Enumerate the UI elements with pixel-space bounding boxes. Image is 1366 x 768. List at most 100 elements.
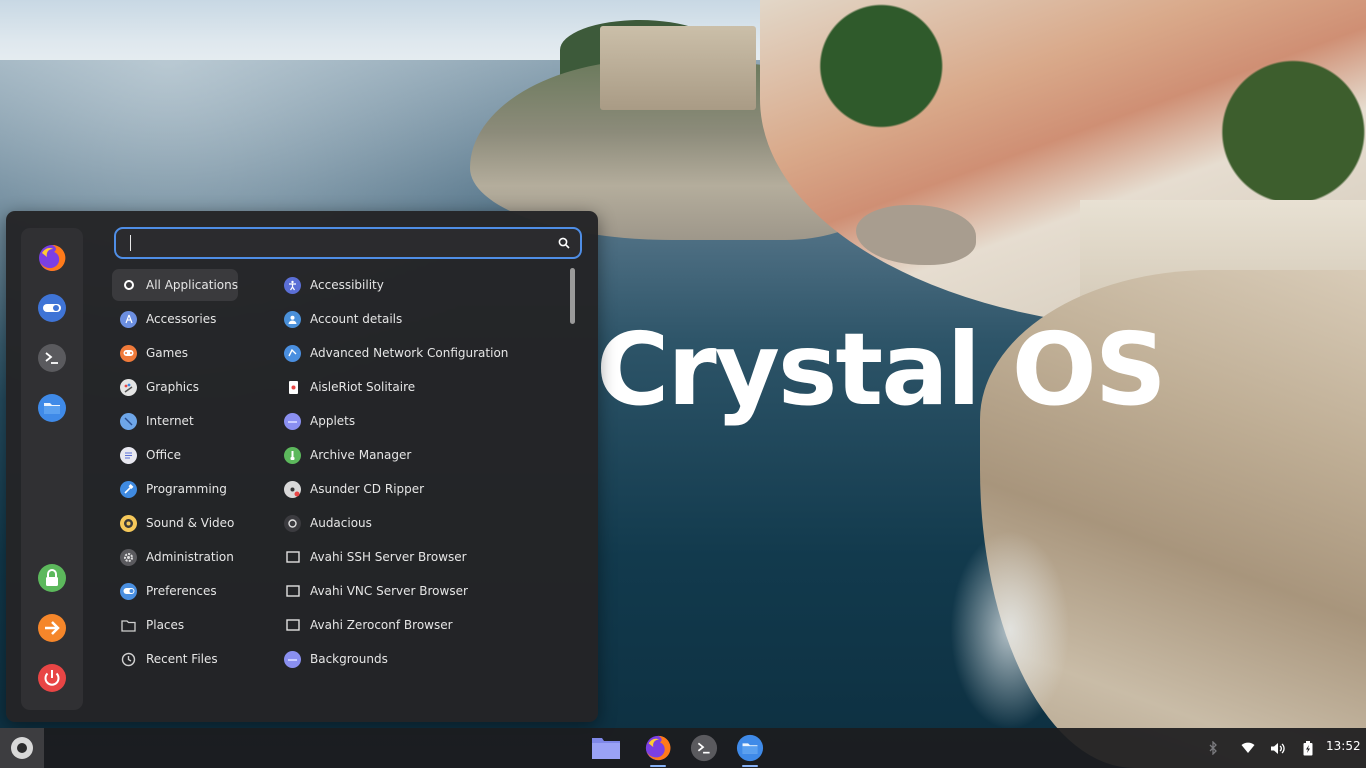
cards-icon <box>284 379 301 396</box>
app-avahi-vnc-server-browser[interactable]: Avahi VNC Server Browser <box>276 575 566 607</box>
volume-icon <box>1270 742 1285 754</box>
app-audacious[interactable]: Audacious <box>276 507 566 539</box>
tray-volume[interactable] <box>1267 738 1287 758</box>
shutdown-button[interactable] <box>36 662 68 694</box>
category-preferences[interactable]: Preferences <box>112 575 238 607</box>
app-label: Account details <box>310 312 403 326</box>
category-label: Office <box>146 448 182 462</box>
speaker-icon <box>120 514 137 532</box>
tray-battery[interactable] <box>1298 738 1318 758</box>
app-aisleriot-solitaire[interactable]: AisleRiot Solitaire <box>276 371 566 403</box>
app-label: Backgrounds <box>310 652 388 666</box>
category-label: All Applications <box>146 278 238 292</box>
palette-icon <box>120 378 137 396</box>
app-account-details[interactable]: Account details <box>276 303 566 335</box>
toggle-icon <box>120 582 137 600</box>
favorite-terminal[interactable] <box>36 342 68 374</box>
app-label: Audacious <box>310 516 372 530</box>
logout-arrow-icon <box>38 614 66 642</box>
audacious-icon <box>284 514 301 532</box>
category-label: Preferences <box>146 584 217 598</box>
category-recent-files[interactable]: Recent Files <box>112 643 238 675</box>
window-icon <box>284 617 301 634</box>
toggle-settings-icon <box>38 294 66 322</box>
category-places[interactable]: Places <box>112 609 238 641</box>
category-administration[interactable]: Administration <box>112 541 238 573</box>
archive-icon <box>284 446 301 464</box>
favorites-column <box>21 228 83 710</box>
gear-icon <box>120 548 137 566</box>
bluetooth-icon <box>1209 741 1217 755</box>
app-list-scrollbar[interactable] <box>570 268 575 324</box>
category-label: Internet <box>146 414 194 428</box>
favorite-settings[interactable] <box>36 292 68 324</box>
window-icon <box>284 583 301 600</box>
category-office[interactable]: Office <box>112 439 238 471</box>
category-graphics[interactable]: Graphics <box>112 371 238 403</box>
taskbar: 13:52 <box>0 728 1366 768</box>
lock-screen-button[interactable] <box>36 562 68 594</box>
category-programming[interactable]: Programming <box>112 473 238 505</box>
start-menu-button[interactable] <box>0 728 44 768</box>
clock[interactable]: 13:52 <box>1326 739 1361 753</box>
menu-logo-icon <box>11 737 33 759</box>
app-applets[interactable]: Applets <box>276 405 566 437</box>
app-asunder-cd-ripper[interactable]: Asunder CD Ripper <box>276 473 566 505</box>
folder-icon <box>736 734 764 762</box>
wifi-icon <box>1241 742 1255 753</box>
category-accessories[interactable]: Accessories <box>112 303 238 335</box>
network-icon <box>284 344 301 362</box>
applets-icon <box>284 412 301 430</box>
wallpaper-foam <box>950 530 1070 730</box>
category-internet[interactable]: Internet <box>112 405 238 437</box>
logout-button[interactable] <box>36 612 68 644</box>
category-label: Accessories <box>146 312 217 326</box>
app-label: Avahi VNC Server Browser <box>310 584 468 598</box>
menu-search-box[interactable] <box>114 227 582 259</box>
app-label: Archive Manager <box>310 448 412 462</box>
window-icon <box>284 549 301 566</box>
app-avahi-ssh-server-browser[interactable]: Avahi SSH Server Browser <box>276 541 566 573</box>
taskbar-files-blue[interactable] <box>735 733 765 767</box>
text-cursor <box>130 235 131 251</box>
favorite-firefox[interactable] <box>36 242 68 274</box>
search-icon <box>558 237 570 249</box>
app-label: Avahi Zeroconf Browser <box>310 618 453 632</box>
gamepad-icon <box>120 344 137 362</box>
taskbar-terminal[interactable] <box>689 733 719 763</box>
taskbar-firefox[interactable] <box>643 733 673 767</box>
taskbar-files[interactable] <box>591 733 621 763</box>
accessories-icon <box>120 310 137 328</box>
firefox-icon <box>645 735 671 761</box>
tray-bluetooth[interactable] <box>1203 738 1223 758</box>
favorite-files[interactable] <box>36 392 68 424</box>
app-accessibility[interactable]: Accessibility <box>276 269 566 301</box>
category-games[interactable]: Games <box>112 337 238 369</box>
category-label: Graphics <box>146 380 199 394</box>
application-menu: All Applications Accessories Games Graph… <box>6 211 598 722</box>
app-archive-manager[interactable]: Archive Manager <box>276 439 566 471</box>
terminal-icon <box>690 734 718 762</box>
app-backgrounds[interactable]: Backgrounds <box>276 643 566 675</box>
category-all-applications[interactable]: All Applications <box>112 269 238 301</box>
folder-icon <box>592 738 620 759</box>
category-label: Sound & Video <box>146 516 235 530</box>
globe-icon <box>120 412 137 430</box>
tray-wifi[interactable] <box>1238 738 1258 758</box>
app-label: Advanced Network Configuration <box>310 346 509 360</box>
app-advanced-network-configuration[interactable]: Advanced Network Configuration <box>276 337 566 369</box>
category-label: Recent Files <box>146 652 218 666</box>
running-indicator <box>650 765 666 767</box>
category-sound-video[interactable]: Sound & Video <box>112 507 238 539</box>
accessibility-icon <box>284 276 301 294</box>
hammer-icon <box>120 480 137 498</box>
wallpaper-fortress <box>600 26 756 110</box>
app-label: AisleRiot Solitaire <box>310 380 416 394</box>
category-label: Administration <box>146 550 234 564</box>
user-icon <box>284 310 301 328</box>
search-input[interactable] <box>128 232 548 254</box>
app-label: Accessibility <box>310 278 384 292</box>
firefox-icon <box>39 244 66 271</box>
app-avahi-zeroconf-browser[interactable]: Avahi Zeroconf Browser <box>276 609 566 641</box>
terminal-icon <box>38 344 66 372</box>
